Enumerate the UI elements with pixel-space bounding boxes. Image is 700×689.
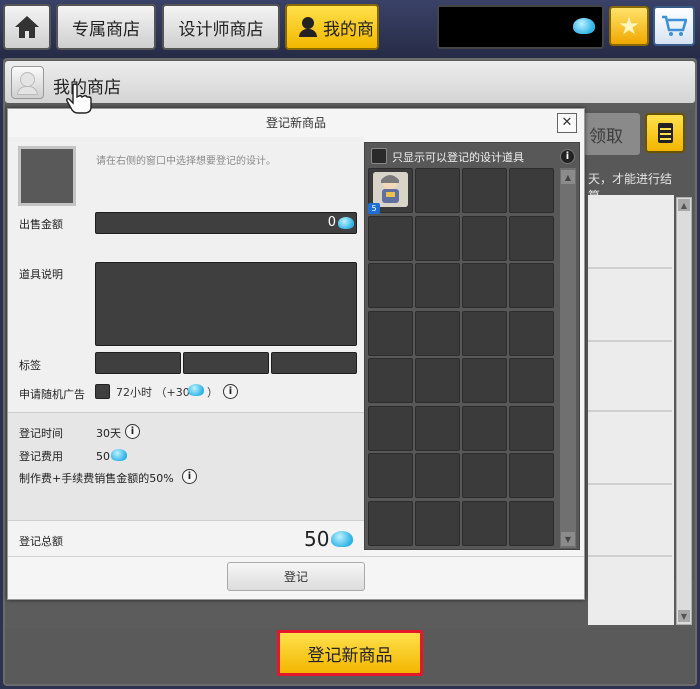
register-time-label: 登记时间 [19, 427, 63, 440]
inventory-slot[interactable] [462, 263, 507, 308]
person-icon [299, 17, 317, 37]
character-item-icon [373, 172, 408, 207]
inventory-slot[interactable] [415, 215, 460, 261]
avatar [11, 66, 44, 99]
inventory-slot[interactable] [509, 453, 554, 498]
tab-exclusive-shop[interactable]: 专属商店 [56, 4, 156, 50]
inventory-slot[interactable] [462, 168, 507, 213]
inventory-slot[interactable] [509, 215, 554, 261]
inventory-slot[interactable] [462, 358, 507, 403]
tab-designer-shop[interactable]: 设计师商店 [162, 4, 280, 50]
inventory-scrollbar[interactable]: ▲ ▼ [560, 168, 576, 548]
inventory-slot[interactable] [509, 358, 554, 403]
inventory-slot[interactable] [415, 453, 460, 498]
tab-my-shop-label: 我的商 [323, 19, 374, 40]
random-ad-label: 申请随机广告 [19, 388, 85, 401]
inventory-slot[interactable] [415, 500, 460, 546]
inventory-slot[interactable] [462, 310, 507, 356]
random-ad-checkbox[interactable] [95, 384, 110, 399]
cart-button[interactable] [653, 6, 695, 46]
register-button[interactable]: 登记 [227, 562, 365, 591]
info-icon[interactable]: i [182, 469, 197, 484]
cart-icon [662, 15, 687, 36]
inventory-item[interactable] [373, 172, 408, 207]
slime-currency-icon [573, 18, 595, 34]
inventory-slot[interactable] [368, 453, 413, 498]
inventory-slot[interactable] [462, 215, 507, 261]
inventory-slot[interactable] [368, 263, 413, 308]
inventory-slot[interactable] [415, 263, 460, 308]
info-icon[interactable]: i [125, 424, 140, 439]
tag-label: 标签 [19, 359, 41, 372]
inventory-slot[interactable] [415, 168, 460, 213]
product-list-scrollbar[interactable]: ▲ ▼ [676, 197, 692, 625]
inventory-slot[interactable] [462, 405, 507, 451]
home-tab[interactable] [3, 4, 51, 50]
tag-input-1[interactable] [95, 352, 181, 374]
inventory-slot[interactable] [462, 453, 507, 498]
hand-cursor-icon [66, 83, 92, 114]
inventory-slot[interactable] [368, 358, 413, 403]
description-label: 道具说明 [19, 268, 63, 281]
scroll-down-icon[interactable]: ▼ [561, 532, 575, 546]
inventory-slot[interactable] [509, 405, 554, 451]
design-thumbnail [18, 146, 76, 206]
info-icon[interactable]: i [223, 384, 238, 399]
home-icon [15, 16, 39, 38]
tab-my-shop[interactable]: 我的商 [285, 4, 379, 50]
scroll-up-icon[interactable]: ▲ [678, 199, 690, 211]
inventory-slot[interactable] [509, 500, 554, 546]
inventory-slot[interactable] [415, 358, 460, 403]
info-icon[interactable]: i [560, 149, 575, 164]
favorite-button[interactable]: ★ [609, 6, 649, 46]
inventory-slot[interactable] [368, 215, 413, 261]
inventory-slot[interactable] [368, 405, 413, 451]
inventory-slot[interactable] [368, 500, 413, 546]
inventory-slot[interactable] [509, 168, 554, 213]
slime-currency-icon [331, 531, 353, 547]
price-input[interactable]: 0 [95, 212, 357, 234]
tag-input-2[interactable] [183, 352, 269, 374]
tag-input-3[interactable] [271, 352, 357, 374]
inventory-slot[interactable] [509, 310, 554, 356]
slime-currency-icon [338, 217, 354, 229]
scroll-down-icon[interactable]: ▼ [678, 610, 690, 622]
star-icon: ★ [618, 12, 640, 40]
inventory-slot[interactable] [509, 263, 554, 308]
total-value: 50 [304, 527, 330, 551]
inventory-slot[interactable] [415, 310, 460, 356]
close-button[interactable]: ✕ [557, 113, 577, 133]
currency-balance-box [437, 5, 604, 49]
item-count-badge: 5 [368, 203, 380, 214]
ad-cost: （+30 [155, 386, 190, 399]
total-label: 登记总额 [19, 535, 63, 548]
ad-duration: 72小时 [116, 386, 152, 399]
register-fee-label: 登记费用 [19, 450, 63, 463]
slime-currency-icon [111, 449, 127, 461]
product-list [588, 195, 674, 625]
top-navigation-bar: 专属商店 设计师商店 我的商 ★ [0, 0, 700, 58]
registrable-filter-checkbox[interactable] [371, 148, 387, 164]
price-label: 出售金额 [19, 218, 63, 231]
ad-cost-close: ） [207, 386, 218, 399]
inventory-slot[interactable] [368, 310, 413, 356]
selection-hint: 请在右侧的窗口中选择想要登记的设计。 [96, 156, 276, 167]
register-fee-value: 50 [96, 450, 110, 463]
description-input[interactable] [95, 262, 357, 346]
register-new-item-button[interactable]: 登记新商品 [277, 630, 423, 676]
register-time-value: 30天 [96, 427, 121, 440]
scroll-up-icon[interactable]: ▲ [561, 170, 575, 184]
random-ad-detail: 72小时 （+30 [116, 384, 190, 400]
registrable-filter-label: 只显示可以登记的设计道具 [392, 151, 524, 164]
inventory-slot[interactable] [462, 500, 507, 546]
document-button[interactable] [645, 113, 685, 153]
price-value: 0 [327, 215, 336, 230]
inventory-slot[interactable] [415, 405, 460, 451]
slime-currency-icon [188, 384, 204, 396]
fee-note: 制作费+手续费销售金额的50% [19, 472, 174, 485]
